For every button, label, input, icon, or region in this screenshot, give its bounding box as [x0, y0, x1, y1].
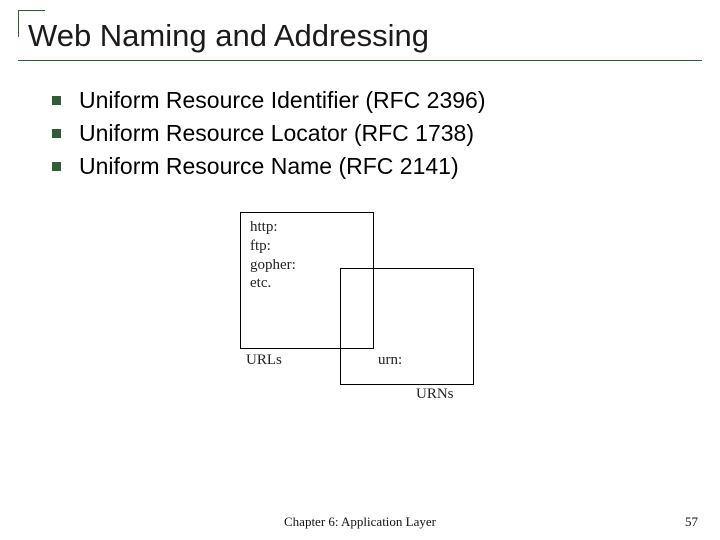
footer-text: Chapter 6: Application Layer: [0, 514, 720, 530]
scheme-item: etc.: [250, 274, 296, 293]
label-urn: urn:: [378, 352, 402, 369]
slide: Web Naming and Addressing Uniform Resour…: [0, 0, 720, 540]
bullet-square-icon: [52, 162, 61, 171]
list-item: Uniform Resource Identifier (RFC 2396): [52, 85, 702, 116]
list-item: Uniform Resource Name (RFC 2141): [52, 151, 702, 182]
bullet-text: Uniform Resource Name (RFC 2141): [79, 151, 459, 182]
scheme-item: ftp:: [250, 237, 296, 256]
uri-venn-diagram: http: ftp: gopher: etc. URLs urn: URNs: [240, 212, 480, 402]
scheme-item: gopher:: [250, 256, 296, 275]
bullet-text: Uniform Resource Locator (RFC 1738): [79, 118, 474, 149]
slide-title: Web Naming and Addressing: [28, 18, 698, 54]
label-urls: URLs: [246, 352, 282, 369]
bullet-list: Uniform Resource Identifier (RFC 2396) U…: [52, 85, 702, 182]
scheme-list: http: ftp: gopher: etc.: [250, 218, 296, 293]
page-number: 57: [685, 514, 698, 530]
bullet-square-icon: [52, 129, 61, 138]
diagram-container: http: ftp: gopher: etc. URLs urn: URNs: [18, 212, 702, 402]
label-urns: URNs: [416, 386, 454, 403]
bullet-text: Uniform Resource Identifier (RFC 2396): [79, 85, 485, 116]
title-container: Web Naming and Addressing: [18, 10, 702, 61]
list-item: Uniform Resource Locator (RFC 1738): [52, 118, 702, 149]
urns-box: [340, 268, 474, 385]
scheme-item: http:: [250, 218, 296, 237]
bullet-square-icon: [52, 96, 61, 105]
